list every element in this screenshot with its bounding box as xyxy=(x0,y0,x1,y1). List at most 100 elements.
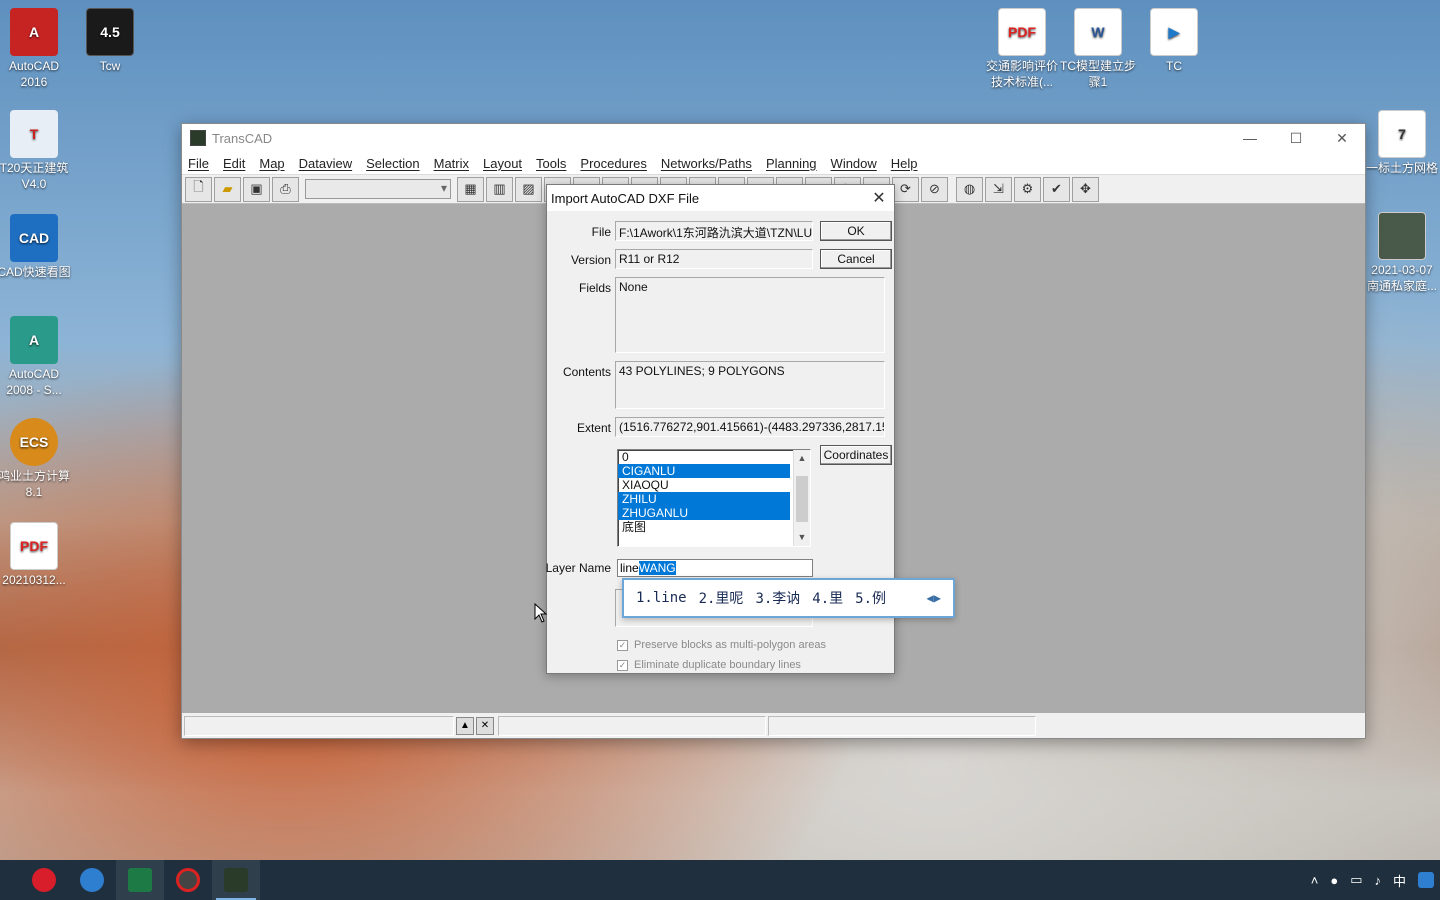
taskbar-app-transcad[interactable] xyxy=(212,860,260,900)
excel-icon xyxy=(128,868,152,892)
globe-icon[interactable]: ◍ xyxy=(956,176,983,202)
word-doc-icon: W xyxy=(1074,8,1122,56)
desktop-icon-label: 交通影响评价技术标准(... xyxy=(985,59,1058,89)
desktop-icon-autocad-2016[interactable]: A AutoCAD 2016 xyxy=(0,8,72,90)
listbox-scrollbar[interactable]: ▲ ▼ xyxy=(793,450,810,546)
list-item[interactable]: 底图 xyxy=(618,520,790,534)
layer-combo[interactable] xyxy=(305,179,451,199)
desktop-icon-tc-model[interactable]: W TC模型建立步骤1 xyxy=(1060,8,1136,90)
ime-candidate[interactable]: 1.line xyxy=(636,590,687,606)
desktop-icon-label: AutoCAD 2016 xyxy=(8,59,60,89)
tianzheng-icon: T xyxy=(10,110,58,158)
menu-dataview[interactable]: Dataview xyxy=(299,156,352,171)
status-up-icon[interactable]: ▲ xyxy=(456,716,474,735)
scroll-up-icon[interactable]: ▲ xyxy=(794,450,810,467)
ok-button[interactable]: OK xyxy=(820,221,892,241)
scroll-down-icon[interactable]: ▼ xyxy=(794,529,810,546)
fields-label: Fields xyxy=(578,281,611,295)
desktop-icon-tc[interactable]: ▶ TC xyxy=(1136,8,1212,74)
ime-candidate[interactable]: 2.里呢 xyxy=(699,588,744,608)
menu-map[interactable]: Map xyxy=(259,156,284,171)
window-titlebar[interactable]: TransCAD — ☐ ✕ xyxy=(182,124,1365,152)
dialog-titlebar[interactable]: Import AutoCAD DXF File ✕ xyxy=(547,185,894,211)
network-icon[interactable]: ▭ xyxy=(1350,872,1362,888)
dataview-icon[interactable]: ▦ xyxy=(457,176,484,202)
status-close-icon[interactable]: ✕ xyxy=(476,716,494,735)
desktop-icon-tcw[interactable]: 4.5 Tcw xyxy=(72,8,148,74)
menu-selection[interactable]: Selection xyxy=(366,156,419,171)
volume-icon[interactable]: ♪ xyxy=(1374,873,1381,888)
desktop-icon-t20[interactable]: T T20天正建筑 V4.0 xyxy=(0,110,72,192)
desktop-icon-label: AutoCAD 2008 - S... xyxy=(6,367,62,397)
list-item[interactable]: ZHILU xyxy=(618,492,790,506)
contents-label: Contents xyxy=(562,365,611,379)
desktop-icon-photo[interactable]: 2021-03-07 南通私家庭... xyxy=(1364,212,1440,294)
ime-page-arrows-icon[interactable]: ◀▶ xyxy=(927,591,941,605)
matrix-icon[interactable]: ▨ xyxy=(515,176,542,202)
eliminate-duplicates-checkbox[interactable]: ✓ Eliminate duplicate boundary lines xyxy=(617,659,801,671)
dialog-close-icon[interactable]: ✕ xyxy=(864,188,894,208)
no-entry-icon[interactable]: ⊘ xyxy=(921,176,948,202)
move-tool-icon[interactable]: ✥ xyxy=(1072,176,1099,202)
list-item[interactable]: 0 xyxy=(618,450,790,464)
taskbar: ˄ ● ▭ ♪ 中 xyxy=(0,860,1440,900)
desktop-icon-cad-viewer[interactable]: CAD CAD快速看图 xyxy=(0,214,72,280)
list-item[interactable]: CIGANLU xyxy=(618,464,790,478)
edit-tool-icon[interactable]: ⚙ xyxy=(1014,176,1041,202)
layer-name-label: Layer Name xyxy=(545,561,611,575)
cancel-button[interactable]: Cancel xyxy=(820,249,892,269)
check-tool-icon[interactable]: ✔ xyxy=(1043,176,1070,202)
scroll-thumb[interactable] xyxy=(796,476,808,522)
minimize-button[interactable]: — xyxy=(1227,124,1273,152)
select-icon[interactable]: ⇲ xyxy=(985,176,1012,202)
taskbar-app-netease[interactable] xyxy=(20,860,68,900)
menu-planning[interactable]: Planning xyxy=(766,156,817,171)
menu-procedures[interactable]: Procedures xyxy=(580,156,646,171)
menu-file[interactable]: File xyxy=(188,156,209,171)
version-label: Version xyxy=(570,253,611,267)
route-icon[interactable]: ⟳ xyxy=(892,176,919,202)
desktop-icon-traffic-pdf[interactable]: PDF 交通影响评价技术标准(... xyxy=(984,8,1060,90)
layer-listbox[interactable]: 0 CIGANLU XIAOQU ZHILU ZHUGANLU 底图 ▲ ▼ xyxy=(617,449,811,547)
menu-edit[interactable]: Edit xyxy=(223,156,245,171)
menu-networks-paths[interactable]: Networks/Paths xyxy=(661,156,752,171)
desktop-icon-label: Tcw xyxy=(99,59,121,73)
recorder-icon xyxy=(176,868,200,892)
list-item[interactable]: ZHUGANLU xyxy=(618,506,790,520)
tray-chevron-up-icon[interactable]: ˄ xyxy=(1311,873,1319,888)
qq-tray-icon[interactable] xyxy=(1418,872,1434,888)
preserve-blocks-checkbox[interactable]: ✓ Preserve blocks as multi-polygon areas xyxy=(617,639,826,651)
menu-help[interactable]: Help xyxy=(891,156,918,171)
layer-name-input[interactable]: lineWANG xyxy=(617,559,813,577)
netease-music-icon xyxy=(32,868,56,892)
desktop-icon-earthwork[interactable]: 7 一标土方网格 xyxy=(1364,110,1440,176)
taskbar-app-sogou[interactable] xyxy=(68,860,116,900)
taskbar-app-excel[interactable] xyxy=(116,860,164,900)
menu-window[interactable]: Window xyxy=(831,156,877,171)
ime-candidate[interactable]: 3.李讷 xyxy=(755,588,800,608)
menu-tools[interactable]: Tools xyxy=(536,156,566,171)
save-icon[interactable]: ▣ xyxy=(243,176,270,202)
layer-name-selected: WANG xyxy=(638,561,676,575)
desktop-icon-ecs[interactable]: ECS 鸿业土方计算 8.1 xyxy=(0,418,72,500)
desktop-icon-label: 一标土方网格 xyxy=(1365,161,1438,175)
print-icon[interactable]: ⎙ xyxy=(272,176,299,202)
file-field[interactable]: F:\1Awork\1东河路氿滨大道\TZN\LU xyxy=(615,221,813,241)
ime-mode-indicator[interactable]: 中 xyxy=(1393,871,1406,890)
coordinates-button[interactable]: Coordinates xyxy=(820,445,892,465)
taskbar-app-recorder[interactable] xyxy=(164,860,212,900)
ime-candidate[interactable]: 5.例 xyxy=(855,588,886,608)
checkbox-check-icon: ✓ xyxy=(617,639,628,651)
chart-icon[interactable]: ▥ xyxy=(486,176,513,202)
desktop-icon-autocad-2008[interactable]: A AutoCAD 2008 - S... xyxy=(0,316,72,398)
menu-layout[interactable]: Layout xyxy=(483,156,522,171)
close-button[interactable]: ✕ xyxy=(1319,124,1365,152)
desktop-icon-pdf[interactable]: PDF 20210312... xyxy=(0,522,72,588)
maximize-button[interactable]: ☐ xyxy=(1273,124,1319,152)
menu-matrix[interactable]: Matrix xyxy=(434,156,469,171)
tray-app-icon[interactable]: ● xyxy=(1330,873,1338,888)
new-file-icon[interactable]: 🗋 xyxy=(185,176,212,202)
list-item[interactable]: XIAOQU xyxy=(618,478,790,492)
open-folder-icon[interactable]: ▰ xyxy=(214,176,241,202)
ime-candidate[interactable]: 4.里 xyxy=(812,588,843,608)
